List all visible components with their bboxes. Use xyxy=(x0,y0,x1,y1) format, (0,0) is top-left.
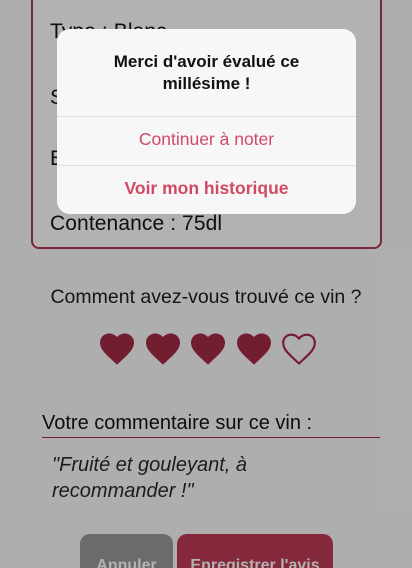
dialog-divider xyxy=(57,165,356,166)
view-history-button[interactable]: Voir mon historique xyxy=(57,178,356,199)
dialog-divider xyxy=(57,116,356,117)
dialog-title: Merci d'avoir évalué ce millésime ! xyxy=(113,52,300,93)
continue-rating-button[interactable]: Continuer à noter xyxy=(57,129,356,150)
confirmation-dialog: Merci d'avoir évalué ce millésime ! Cont… xyxy=(57,29,356,214)
